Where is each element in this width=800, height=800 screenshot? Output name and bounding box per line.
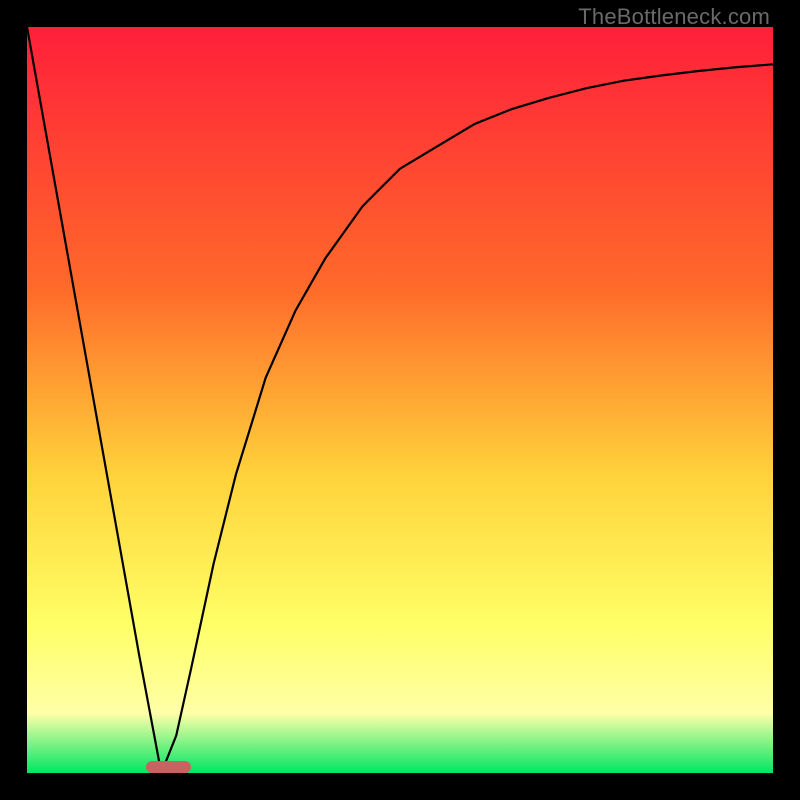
datum-marker xyxy=(146,761,191,773)
bottleneck-chart xyxy=(27,27,773,773)
chart-frame xyxy=(27,27,773,773)
gradient-background xyxy=(27,27,773,773)
